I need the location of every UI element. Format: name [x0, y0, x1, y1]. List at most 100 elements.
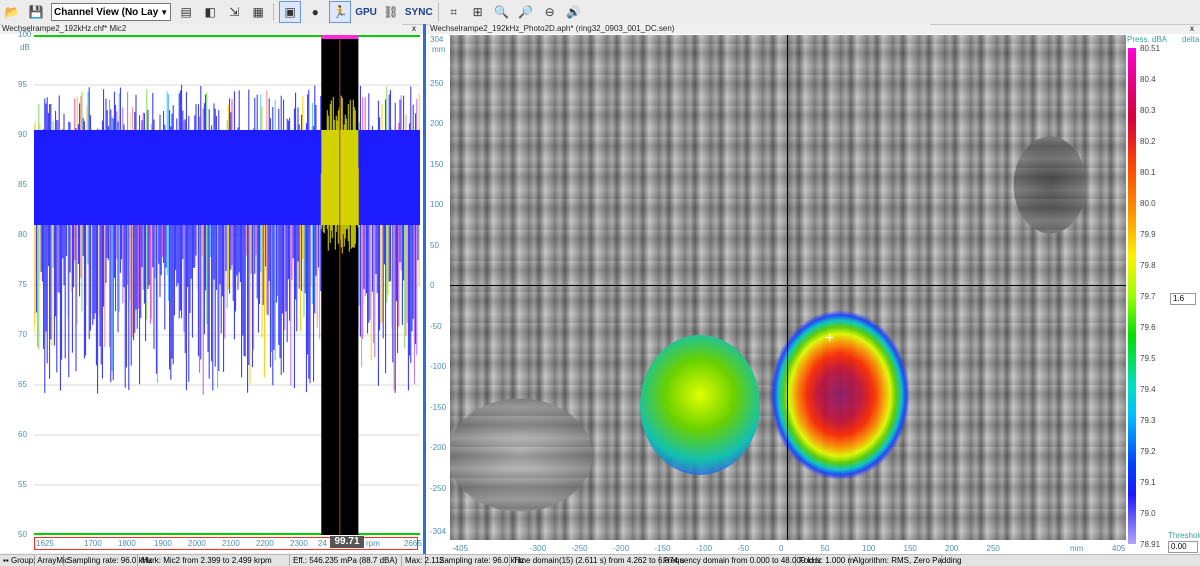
status-group: Group: ArrayMic	[8, 555, 69, 566]
delta-input[interactable]: 1.6	[1170, 293, 1196, 305]
signal-band	[34, 130, 420, 225]
toolbar: 📂 💾 Channel View (No Lay ▼ ▤ ◧ ⇲ ▦ ▣ ● 🏃…	[0, 0, 1200, 25]
zoom-out-icon[interactable]: 🔎	[516, 2, 536, 22]
right-x-tick-label: -150	[654, 544, 671, 553]
right-x-tick-label: 405	[1112, 544, 1126, 553]
y-tick-label: 90	[18, 130, 27, 139]
right-x-tick-label: -50	[737, 544, 750, 553]
colorbar	[1128, 48, 1136, 544]
gpu-button[interactable]: GPU	[353, 7, 379, 18]
right-x-tick-label: 0	[779, 544, 784, 553]
select-icon[interactable]: ⌗	[444, 2, 464, 22]
right-y-tick-label: 304	[430, 34, 444, 44]
colorbar-tick-label: 79.8	[1140, 261, 1156, 270]
right-y-tick-label: -200	[430, 443, 447, 452]
colorbar-tick-label: 78.91	[1140, 540, 1161, 549]
sound-icon[interactable]: 🔊	[564, 2, 584, 22]
right-x-tick-label: -405	[452, 544, 469, 553]
right-y-tick-label: -304	[430, 527, 447, 537]
right-x-tick-label: 50	[820, 544, 830, 553]
status-time-domain: Time domain(15) (2.611 s) from 4.262 to …	[510, 555, 684, 566]
right-close-icon[interactable]: x	[1190, 24, 1194, 34]
channel-view-select[interactable]: Channel View (No Lay ▼	[51, 3, 172, 21]
right-x-tick-label: mm	[1070, 544, 1084, 553]
presentation-icon[interactable]: ▦	[248, 2, 268, 22]
chevron-down-icon: ▼	[160, 7, 169, 17]
right-x-tick-label: 100	[862, 544, 876, 553]
overview-icon[interactable]: ▤	[176, 2, 196, 22]
threshold-input[interactable]: 0.00	[1168, 541, 1198, 553]
rec-icon[interactable]: ●	[305, 2, 325, 22]
right-y-tick-label: 150	[430, 159, 444, 169]
colorbar-tick-label: 80.3	[1140, 106, 1156, 115]
colorbar-tick-label: 79.1	[1140, 478, 1156, 487]
y-tick-label: 100	[18, 30, 32, 39]
right-y-unit-label: mm	[432, 45, 446, 54]
right-y-tick-label: -100	[430, 362, 447, 371]
x-tick-label: 1800	[118, 539, 136, 548]
y-unit-label: dB	[20, 43, 30, 52]
status-mark: Mark: Mic2 from 2.399 to 2.499 krpm	[138, 555, 290, 566]
colorbar-tick-label: 80.1	[1140, 168, 1156, 177]
heatmap-overlay-secondary	[640, 335, 760, 475]
toolbar-divider	[437, 3, 439, 21]
camera-icon[interactable]: ◧	[200, 2, 220, 22]
colorbar-tick-label: 79.2	[1140, 447, 1156, 456]
status-focus: Focus: 1.000 m	[796, 555, 854, 566]
folder-open-icon[interactable]: 📂	[2, 2, 22, 22]
x-tick-label: 2100	[222, 539, 240, 548]
y-tick-label: 55	[18, 480, 27, 489]
right-y-tick-label: 50	[430, 240, 439, 250]
y-tick-label: 50	[18, 530, 27, 539]
status-algorithm: Algorithm: RMS, Zero Padding	[850, 555, 962, 566]
right-y-tick-label: -50	[430, 321, 442, 331]
spectrum-chart[interactable]	[34, 35, 420, 535]
right-x-tick-label: -300	[530, 544, 547, 553]
network-icon[interactable]: ⛓	[381, 2, 401, 22]
colorbar-title: Press. dBA	[1127, 35, 1168, 44]
zoom-reset-icon[interactable]: ⊖	[540, 2, 560, 22]
status-sampling-left: Sampling rate: 96.0 kHz	[64, 555, 152, 566]
add-icon[interactable]: ⊞	[468, 2, 488, 22]
colorbar-tick-label: 80.4	[1140, 75, 1156, 84]
colorbar-tick-label: 79.7	[1140, 292, 1156, 301]
right-x-tick-label: 150	[903, 544, 917, 553]
left-panel-title: Wechselrampe2_192kHz.chf* Mic2	[2, 24, 402, 34]
marker-value-badge: 99.71	[330, 536, 364, 548]
save-icon[interactable]: 💾	[26, 2, 46, 22]
left-close-icon[interactable]: x	[412, 24, 416, 34]
zoom-in-icon[interactable]: 🔍	[492, 2, 512, 22]
right-y-tick-label: -250	[430, 483, 447, 493]
status-sampling-right: Sampling rate: 96.0 kHz	[436, 555, 524, 566]
right-x-tick-label: -250	[571, 544, 588, 553]
status-frequency-domain: Frequency domain from 0.000 to 48.000 kH…	[660, 555, 821, 566]
x-tick-label: 2200	[256, 539, 274, 548]
y-tick-label: 65	[18, 380, 27, 389]
x-tick-label: 2665	[404, 539, 422, 548]
colorbar-tick-label: 80.51	[1140, 44, 1161, 53]
crosshair-vertical	[787, 35, 788, 540]
x-tick-label: 1625	[36, 539, 54, 548]
y-tick-label: 60	[18, 430, 27, 439]
right-y-tick-label: 250	[430, 78, 444, 88]
array-icon[interactable]: ▣	[279, 1, 302, 23]
y-tick-label: 95	[18, 80, 27, 89]
colorbar-tick-label: 79.4	[1140, 385, 1156, 394]
channel-view-label: Channel View (No Lay	[54, 6, 159, 18]
right-y-tick-label: 0	[430, 281, 435, 290]
export-icon[interactable]: ⇲	[224, 2, 244, 22]
x-tick-label: 24	[318, 539, 327, 548]
acoustic-photo[interactable]: +	[450, 35, 1126, 540]
colorbar-tick-label: 80.0	[1140, 199, 1156, 208]
right-panel-title: Wechselrampe2_192kHz_Photo2D.aph* (ring3…	[430, 24, 930, 34]
x-tick-label: 2000	[188, 539, 206, 548]
sync-button[interactable]: SYNC	[403, 7, 435, 18]
status-eff: Eff.: 546.235 mPa (88.7 dBA)	[290, 555, 402, 566]
crosshair-horizontal	[450, 285, 1126, 286]
x-tick-label: 1700	[84, 539, 102, 548]
right-x-tick-label: -200	[613, 544, 630, 553]
right-x-tick-label: -100	[696, 544, 713, 553]
crosshair-cursor-icon: +	[825, 330, 835, 347]
x-tick-label: 2300	[290, 539, 308, 548]
run-icon[interactable]: 🏃	[329, 1, 352, 23]
